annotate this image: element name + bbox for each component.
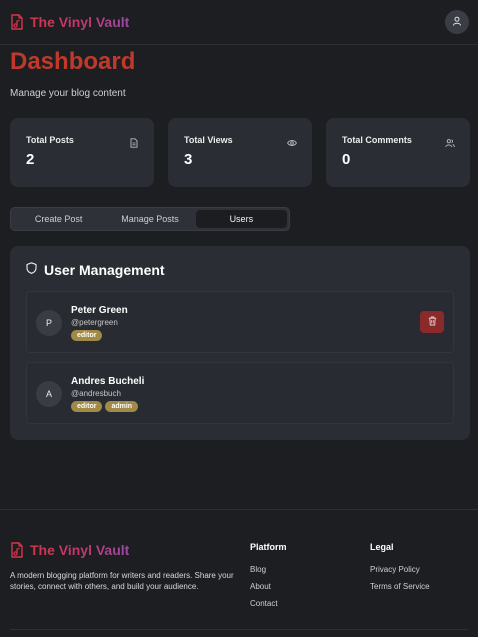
footer-divider bbox=[10, 629, 468, 630]
tab-manage-posts[interactable]: Manage Posts bbox=[104, 210, 195, 228]
footer-platform-column: Platform Blog About Contact bbox=[250, 542, 287, 616]
user-row: A Andres Bucheli @andresbuch editor admi… bbox=[26, 362, 454, 424]
stat-label: Total Views bbox=[184, 135, 233, 145]
user-row: P Peter Green @petergreen editor bbox=[26, 291, 454, 353]
brand-name: The Vinyl Vault bbox=[30, 14, 130, 30]
user-icon bbox=[452, 13, 462, 31]
footer-column-title: Platform bbox=[250, 542, 287, 552]
stat-value: 2 bbox=[26, 151, 35, 168]
user-handle: @andresbuch bbox=[71, 389, 121, 398]
user-management-panel: User Management P Peter Green @petergree… bbox=[10, 246, 470, 440]
music-file-icon bbox=[10, 542, 24, 558]
footer-description: A modern blogging platform for writers a… bbox=[10, 571, 234, 591]
stat-card-views: Total Views 3 bbox=[168, 118, 312, 187]
stat-label: Total Comments bbox=[342, 135, 412, 145]
panel-header: User Management bbox=[26, 261, 454, 279]
stat-card-comments: Total Comments 0 bbox=[326, 118, 470, 187]
stat-label: Total Posts bbox=[26, 135, 74, 145]
delete-user-button[interactable] bbox=[420, 311, 444, 333]
eye-icon bbox=[287, 135, 297, 146]
avatar: P bbox=[36, 310, 62, 336]
stat-value: 0 bbox=[342, 151, 351, 168]
footer-brand[interactable]: The Vinyl Vault bbox=[10, 542, 129, 558]
footer-link-privacy[interactable]: Privacy Policy bbox=[370, 565, 430, 574]
panel-title: User Management bbox=[44, 262, 165, 278]
role-list: editor bbox=[71, 330, 103, 341]
role-badge: editor bbox=[71, 330, 103, 341]
footer-link-terms[interactable]: Terms of Service bbox=[370, 582, 430, 591]
footer-link-contact[interactable]: Contact bbox=[250, 599, 287, 608]
role-badge: admin bbox=[105, 401, 139, 412]
shield-icon bbox=[26, 261, 37, 279]
user-name: Andres Bucheli bbox=[71, 376, 145, 387]
dashboard-tabs: Create Post Manage Posts Users bbox=[10, 207, 290, 231]
footer-brand-name: The Vinyl Vault bbox=[30, 542, 130, 558]
site-footer: The Vinyl Vault A modern blogging platfo… bbox=[0, 509, 478, 637]
tab-users[interactable]: Users bbox=[195, 210, 287, 228]
user-name: Peter Green bbox=[71, 305, 128, 316]
footer-link-about[interactable]: About bbox=[250, 582, 287, 591]
top-header: The Vinyl Vault bbox=[0, 0, 478, 45]
brand-link[interactable]: The Vinyl Vault bbox=[10, 14, 129, 30]
avatar: A bbox=[36, 381, 62, 407]
users-icon bbox=[445, 135, 455, 148]
page-subtitle: Manage your blog content bbox=[10, 88, 126, 99]
user-handle: @petergreen bbox=[71, 318, 118, 327]
footer-link-blog[interactable]: Blog bbox=[250, 565, 287, 574]
document-icon bbox=[129, 135, 139, 148]
stat-card-posts: Total Posts 2 bbox=[10, 118, 154, 187]
role-badge: editor bbox=[71, 401, 103, 412]
trash-icon bbox=[428, 313, 437, 331]
footer-legal-column: Legal Privacy Policy Terms of Service bbox=[370, 542, 430, 599]
tab-create-post[interactable]: Create Post bbox=[13, 210, 104, 228]
music-file-icon bbox=[10, 14, 24, 30]
role-list: editor admin bbox=[71, 401, 139, 412]
account-button[interactable] bbox=[445, 10, 469, 34]
stat-value: 3 bbox=[184, 151, 193, 168]
page-title: Dashboard bbox=[10, 48, 136, 75]
footer-column-title: Legal bbox=[370, 542, 394, 552]
